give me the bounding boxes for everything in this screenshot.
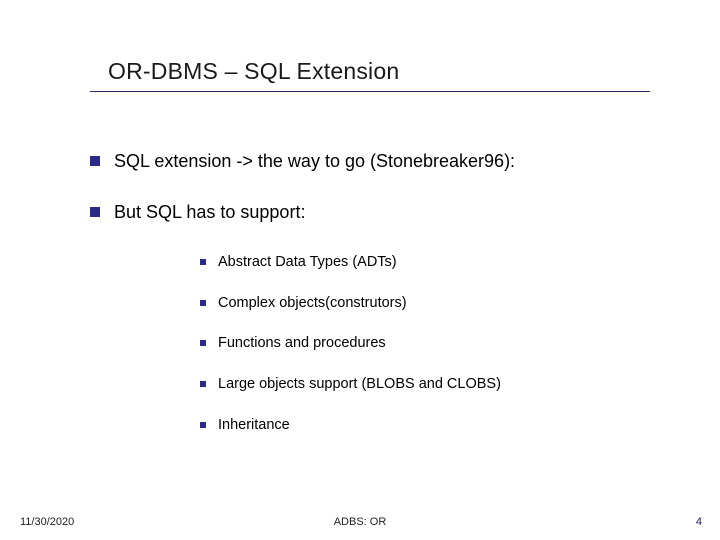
footer-center-text: ADBS: OR xyxy=(0,516,720,528)
list-item: SQL extension -> the way to go (Stonebre… xyxy=(90,150,660,173)
square-bullet-icon xyxy=(200,340,206,346)
list-item-text: Abstract Data Types (ADTs) xyxy=(218,253,397,272)
list-item: Large objects support (BLOBS and CLOBS) xyxy=(200,375,660,394)
list-item-text: SQL extension -> the way to go (Stonebre… xyxy=(114,150,515,173)
title-block: OR-DBMS – SQL Extension xyxy=(108,58,680,92)
content-area: SQL extension -> the way to go (Stonebre… xyxy=(90,150,660,457)
list-item: Complex objects(construtors) xyxy=(200,294,660,313)
square-bullet-icon xyxy=(200,422,206,428)
list-item: Abstract Data Types (ADTs) xyxy=(200,253,660,272)
list-item: But SQL has to support: xyxy=(90,201,660,224)
sub-list: Abstract Data Types (ADTs) Complex objec… xyxy=(200,253,660,435)
list-item-text: Inheritance xyxy=(218,416,290,435)
slide-title: OR-DBMS – SQL Extension xyxy=(108,58,680,85)
list-item-text: Complex objects(construtors) xyxy=(218,294,407,313)
footer: 11/30/2020 ADBS: OR 4 xyxy=(0,508,720,528)
list-item-text: But SQL has to support: xyxy=(114,201,305,224)
title-underline xyxy=(90,91,650,92)
square-bullet-icon xyxy=(200,381,206,387)
slide: OR-DBMS – SQL Extension SQL extension ->… xyxy=(0,0,720,540)
page-number: 4 xyxy=(696,516,702,528)
square-bullet-icon xyxy=(90,207,100,217)
square-bullet-icon xyxy=(90,156,100,166)
list-item-text: Functions and procedures xyxy=(218,334,386,353)
list-item-text: Large objects support (BLOBS and CLOBS) xyxy=(218,375,501,394)
square-bullet-icon xyxy=(200,259,206,265)
square-bullet-icon xyxy=(200,300,206,306)
list-item: Functions and procedures xyxy=(200,334,660,353)
list-item: Inheritance xyxy=(200,416,660,435)
